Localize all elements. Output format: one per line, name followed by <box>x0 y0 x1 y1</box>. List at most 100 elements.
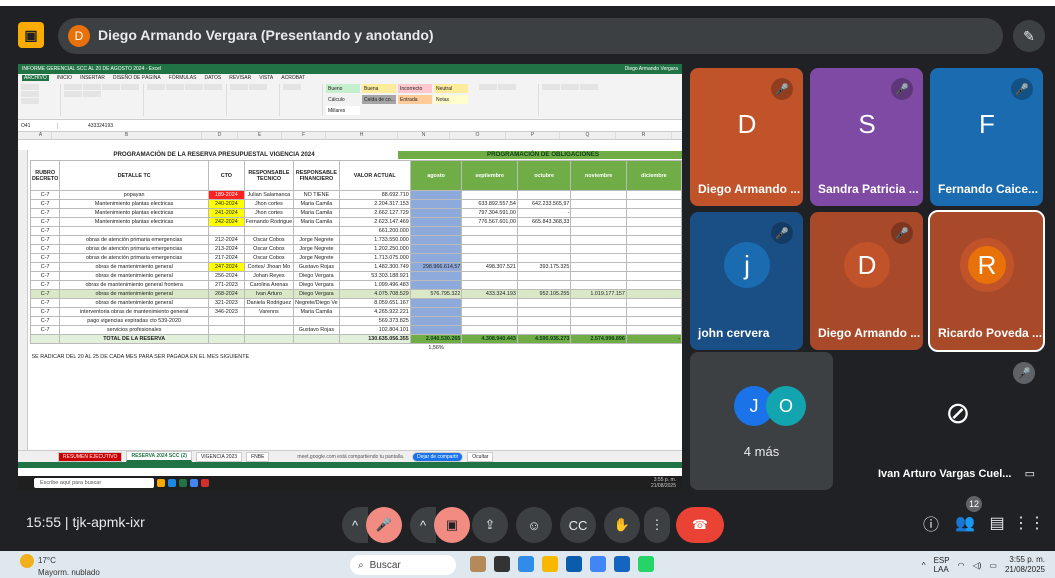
cell-val[interactable]: 1.713.075.000 <box>338 253 411 263</box>
stop-share-button[interactable]: Dejar de compartir <box>412 451 464 462</box>
column-header[interactable]: R <box>616 132 672 139</box>
cell-ago[interactable] <box>409 298 463 308</box>
cell-cto[interactable]: 242-2024 <box>208 217 245 227</box>
cell-cto[interactable]: 256-2024 <box>208 271 245 281</box>
participant-tile[interactable]: 🎤 D Diego Armando ... <box>810 212 923 350</box>
cell-sep[interactable] <box>461 235 518 245</box>
cell-rf[interactable]: Diego Vergara <box>293 271 340 281</box>
style-swatch[interactable]: Cálculo <box>326 95 360 104</box>
cell-cto[interactable]: 241-2024 <box>208 208 245 218</box>
cell-cto[interactable]: 271-2023 <box>208 280 245 290</box>
cell-oct[interactable] <box>516 244 572 254</box>
cell-sep[interactable]: 633.892.557,54 <box>461 199 518 209</box>
cell-rub[interactable]: C-7 <box>29 217 61 227</box>
cell-rub[interactable]: C-7 <box>29 280 61 290</box>
cell-dic[interactable] <box>625 190 682 200</box>
cell-ago[interactable] <box>409 217 463 227</box>
column-header[interactable]: N <box>398 132 450 139</box>
formula-input[interactable]: 433324193 <box>58 123 113 129</box>
cell-ago[interactable] <box>409 253 463 263</box>
cell-dic[interactable] <box>625 298 682 308</box>
annotate-pen-icon[interactable]: ✎ <box>1013 20 1045 52</box>
cell-sep[interactable] <box>461 325 518 335</box>
cell-rf[interactable]: Maria Camila <box>293 199 340 209</box>
column-header[interactable]: O <box>450 132 506 139</box>
cell-rub[interactable]: C-7 <box>29 325 61 335</box>
cell-rf[interactable]: Jorge Negrete <box>293 253 340 263</box>
cell-nov[interactable] <box>570 307 627 317</box>
cell-dic[interactable] <box>625 307 682 317</box>
cell-rub[interactable]: C-7 <box>29 298 61 308</box>
cell-sep[interactable] <box>461 271 518 281</box>
cell-rf[interactable]: Gustavo Rojas <box>293 262 340 272</box>
cell-nov[interactable] <box>570 253 627 263</box>
cell-val[interactable]: 53.303.188.921 <box>338 271 411 281</box>
style-swatch[interactable]: Celda de co... <box>362 95 396 104</box>
cell-cto[interactable]: 189-2024 <box>208 190 245 200</box>
cell-rt[interactable]: Varenns <box>243 307 295 317</box>
cell-rf[interactable]: Jorge Negrete <box>293 235 340 245</box>
chrome-taskbar-icon[interactable] <box>590 556 606 572</box>
cell-det[interactable] <box>59 226 210 236</box>
cell-sep[interactable] <box>461 253 518 263</box>
cell-rt[interactable]: Oscar Cobos <box>243 253 295 263</box>
cell-sep[interactable]: 776.567.601,00 <box>461 217 518 227</box>
cell-cto[interactable] <box>208 226 245 236</box>
presenter-pill[interactable]: D Diego Armando Vergara (Presentando y a… <box>58 18 1003 54</box>
cell-ago[interactable]: 298.966.614,57 <box>409 262 463 272</box>
participant-tile[interactable]: R Ricardo Poveda ... <box>928 210 1045 352</box>
cell-rub[interactable]: C-7 <box>29 190 61 200</box>
cell-nov[interactable] <box>570 262 627 272</box>
cell-ago[interactable] <box>409 244 463 254</box>
inner-search[interactable]: Escribe aquí para buscar <box>34 478 154 488</box>
cell-oct[interactable] <box>516 253 572 263</box>
cell-ago[interactable] <box>409 325 463 335</box>
cell-rf[interactable]: Negrete/Diego Ve <box>293 298 340 308</box>
cell-cto[interactable]: 240-2024 <box>208 199 245 209</box>
ribbon-tab[interactable]: INSERTAR <box>80 75 105 81</box>
cell-rt[interactable]: Cortes/ Jhoan Mo <box>243 262 295 272</box>
mic-options-button[interactable]: ^ <box>342 507 368 543</box>
style-swatch[interactable]: Incorrecto <box>398 84 432 93</box>
cell-rub[interactable]: C-7 <box>29 208 61 218</box>
cell-rt[interactable]: Carolina Arenas <box>243 280 295 290</box>
cell-dic[interactable] <box>625 316 682 326</box>
cell-dic[interactable] <box>625 280 682 290</box>
cell-cto[interactable]: 247-2024 <box>208 262 245 272</box>
cell-ago[interactable] <box>409 226 463 236</box>
cell-ago[interactable] <box>409 208 463 218</box>
cell-val[interactable]: 88.692.710 <box>338 190 411 200</box>
cell-nov[interactable] <box>570 199 627 209</box>
cell-dic[interactable] <box>625 271 682 281</box>
name-box[interactable]: O41 <box>18 122 58 129</box>
cell-det[interactable]: Mantenimiento plantas electricas <box>59 199 210 209</box>
cell-nov[interactable] <box>570 235 627 245</box>
cell-val[interactable]: 102.804.101 <box>338 325 411 335</box>
cell-ago[interactable] <box>409 307 463 317</box>
weather-widget[interactable]: 17°C Mayorm. nublado <box>20 554 100 578</box>
cell-val[interactable]: 661.200.000 <box>338 226 411 236</box>
cell-rf[interactable]: Diego Vergara <box>293 280 340 290</box>
wifi-icon[interactable]: ◠ <box>958 561 965 570</box>
cell-cto[interactable]: 268-2024 <box>208 289 245 299</box>
ribbon-tab[interactable]: INICIO <box>57 75 72 81</box>
sheet-tab[interactable]: RESUMEN EJECUTIVO <box>58 451 123 462</box>
ribbon-tab[interactable]: DATOS <box>204 75 221 81</box>
column-header[interactable]: E <box>238 132 282 139</box>
leave-call-button[interactable]: ☎ <box>676 507 724 543</box>
cell-rt[interactable]: Fernando Rodrigue <box>243 217 295 227</box>
cell-sep[interactable]: 498.307.521 <box>461 262 518 272</box>
pip-icon[interactable]: ▭ <box>1025 467 1035 480</box>
cell-dic[interactable] <box>625 208 682 218</box>
cell-rf[interactable]: Maria Camila <box>293 307 340 317</box>
cell-nov[interactable] <box>570 226 627 236</box>
cell-dic[interactable] <box>625 199 682 209</box>
cell-dic[interactable] <box>625 262 682 272</box>
sheet-tab[interactable]: RESERVA 2024 SCC (2) <box>126 451 192 462</box>
sheet-tab[interactable]: VIGENCIA 2023 <box>195 451 243 462</box>
cell-cto[interactable]: 212-2024 <box>208 235 245 245</box>
cell-ago[interactable] <box>409 199 463 209</box>
cell-ago[interactable] <box>409 235 463 245</box>
cell-rub[interactable]: C-7 <box>29 244 61 254</box>
cell-cto[interactable]: 321-2023 <box>208 298 245 308</box>
